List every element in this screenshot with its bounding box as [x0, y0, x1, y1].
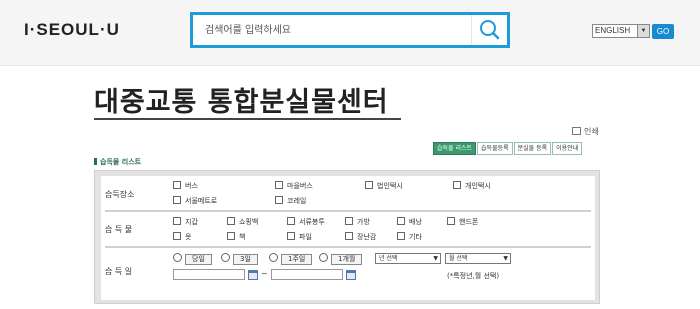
checkbox[interactable] [345, 217, 353, 225]
item-option[interactable]: 가방 [345, 217, 370, 227]
checkbox[interactable] [227, 232, 235, 240]
year-select[interactable]: 년 선택 ▼ [375, 253, 441, 264]
language-select-value: ENGLISH [595, 26, 631, 35]
period-option[interactable]: 1개월 [319, 253, 363, 265]
printer-icon [572, 127, 581, 135]
search-button[interactable] [471, 15, 507, 45]
tab-guide[interactable]: 이용안내 [552, 142, 583, 155]
row-divider [105, 210, 591, 212]
page-title: 대중교통 통합분실물센터 [94, 87, 389, 118]
item-option[interactable]: 서류봉투 [287, 217, 325, 227]
section-heading-text: 습득물 리스트 [100, 158, 142, 166]
start-date-input[interactable] [173, 269, 245, 280]
place-option[interactable]: 서울메트로 [173, 196, 217, 206]
radio[interactable] [319, 253, 328, 262]
month-select[interactable]: 월 선택 ▼ [445, 253, 511, 264]
chevron-down-icon: ▼ [503, 255, 508, 262]
place-option[interactable]: 버스 [173, 181, 198, 191]
tab-lost-register[interactable]: 분실물 등록 [513, 142, 552, 155]
search-panel-inner: 습득장소 버스 마을버스 법인택시 개인택시 서울메트로 코레일 습 득 물 지… [101, 176, 595, 300]
date-label: 습 득 일 [105, 267, 133, 276]
seoul-logo[interactable]: I·SEOUL·U [24, 20, 120, 40]
calendar-icon[interactable] [248, 270, 258, 280]
place-option[interactable]: 법인택시 [365, 181, 403, 191]
radio[interactable] [221, 253, 230, 262]
chevron-down-icon: ▼ [637, 25, 649, 37]
checkbox[interactable] [287, 217, 295, 225]
row-divider [105, 246, 591, 248]
item-option[interactable]: 장난감 [345, 232, 376, 242]
checkbox[interactable] [173, 196, 181, 204]
tab-bar: 습득물 리스트 습득물등록 분실물 등록 이용안내 [432, 142, 583, 155]
item-option[interactable]: 옷 [173, 232, 191, 242]
search-panel: 습득장소 버스 마을버스 법인택시 개인택시 서울메트로 코레일 습 득 물 지… [94, 170, 600, 304]
place-option[interactable]: 코레일 [275, 196, 306, 206]
checkbox[interactable] [227, 217, 235, 225]
search-box [190, 12, 510, 48]
checkbox[interactable] [397, 232, 405, 240]
tab-found-register[interactable]: 습득물등록 [477, 142, 513, 155]
search-input[interactable] [193, 15, 473, 45]
place-label: 습득장소 [105, 190, 135, 199]
period-option[interactable]: 1주일 [269, 253, 313, 265]
checkbox[interactable] [345, 232, 353, 240]
period-button[interactable]: 1개월 [331, 254, 363, 265]
end-date-input[interactable] [271, 269, 343, 280]
item-option[interactable]: 파일 [287, 232, 312, 242]
search-icon [480, 20, 500, 40]
place-option[interactable]: 개인택시 [453, 181, 491, 191]
item-option[interactable]: 배낭 [397, 217, 422, 227]
site-header: I·SEOUL·U ENGLISH ▼ GO [0, 0, 700, 66]
checkbox[interactable] [397, 217, 405, 225]
checkbox[interactable] [173, 181, 181, 189]
period-button[interactable]: 1주일 [281, 254, 313, 265]
radio[interactable] [269, 253, 278, 262]
item-option[interactable]: 기타 [397, 232, 422, 242]
checkbox[interactable] [275, 196, 283, 204]
place-option[interactable]: 마을버스 [275, 181, 313, 191]
section-heading: 습득물 리스트 [94, 157, 141, 167]
tab-found-list[interactable]: 습득물 리스트 [433, 142, 477, 155]
checkbox[interactable] [453, 181, 461, 189]
item-option[interactable]: 쇼핑백 [227, 217, 258, 227]
period-option[interactable]: 당일 [173, 253, 212, 265]
item-option[interactable]: 핸드폰 [447, 217, 478, 227]
checkbox[interactable] [365, 181, 373, 189]
bullet-icon [94, 158, 97, 165]
item-option[interactable]: 책 [227, 232, 245, 242]
checkbox[interactable] [447, 217, 455, 225]
item-label: 습 득 물 [105, 225, 133, 234]
date-hint: (*특정년,월 선택) [447, 272, 500, 280]
period-option[interactable]: 3일 [221, 253, 258, 265]
checkbox[interactable] [173, 217, 181, 225]
title-underline [94, 118, 401, 120]
print-button[interactable]: 인쇄 [572, 126, 599, 137]
period-button[interactable]: 당일 [185, 254, 212, 265]
radio[interactable] [173, 253, 182, 262]
chevron-down-icon: ▼ [433, 255, 438, 262]
language-select[interactable]: ENGLISH ▼ [592, 24, 650, 38]
print-label: 인쇄 [584, 127, 599, 136]
calendar-icon[interactable] [346, 270, 356, 280]
go-button[interactable]: GO [652, 24, 674, 39]
period-button[interactable]: 3일 [233, 254, 258, 265]
item-option[interactable]: 지갑 [173, 217, 198, 227]
checkbox[interactable] [173, 232, 181, 240]
checkbox[interactable] [287, 232, 295, 240]
range-separator: ~ [261, 269, 268, 278]
checkbox[interactable] [275, 181, 283, 189]
